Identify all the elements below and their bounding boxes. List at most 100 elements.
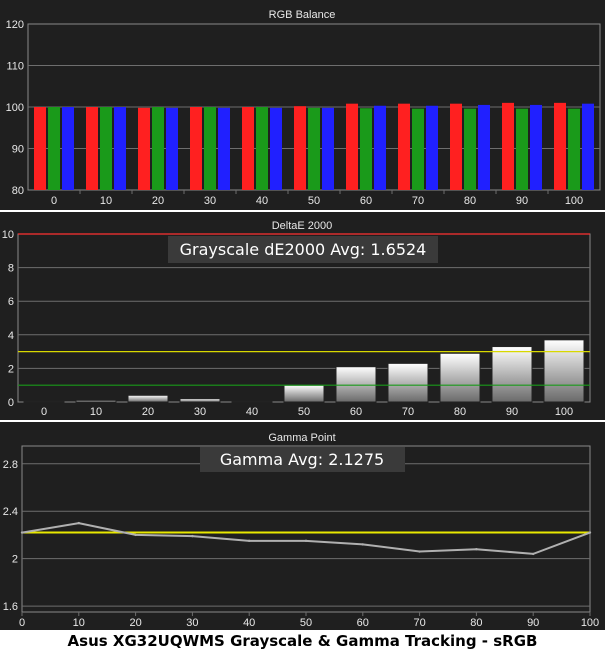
rgb-balance-bar [294, 106, 306, 190]
rgb-balance-bar [346, 103, 358, 190]
rgb-balance-bar [374, 105, 386, 190]
deltae-average-label: Grayscale dE2000 Avg: 1.6524 [180, 240, 427, 259]
deltae-x-tick: 70 [402, 406, 414, 418]
gamma-point [588, 531, 592, 534]
deltae-y-tick: 8 [8, 263, 14, 275]
rgb-balance-y-tick: 80 [12, 185, 24, 197]
deltae-x-tick: 40 [246, 406, 258, 418]
charts-canvas: RGB Balance80901001101200 10 20 30 40 50 60 70 8… [0, 0, 605, 630]
deltae-bar [283, 384, 325, 403]
figure-caption: Asus XG32UQWMS Grayscale & Gamma Trackin… [0, 630, 605, 652]
gamma-point [248, 539, 251, 543]
gamma-x-tick: 90 [527, 617, 539, 629]
gamma-y-tick: 2.4 [3, 506, 18, 518]
gamma-x-tick: 30 [186, 617, 198, 629]
deltae-y-tick: 4 [8, 330, 14, 342]
rgb-balance-bar [582, 103, 594, 190]
deltae-x-tick: 90 [506, 406, 518, 418]
deltae-bar [387, 362, 429, 403]
deltae-y-tick: 10 [2, 229, 14, 241]
rgb-balance-x-tick: 80 [464, 195, 476, 207]
deltae-y-tick: 6 [8, 296, 14, 308]
gamma-point [134, 533, 137, 537]
gamma-title: Gamma Point [268, 432, 335, 444]
gamma-x-tick: 50 [300, 617, 312, 629]
rgb-balance-bar [478, 104, 490, 190]
deltae-bar [179, 398, 221, 403]
rgb-balance-bar [360, 108, 372, 190]
rgb-balance-x-tick: 60 [360, 195, 372, 207]
rgb-balance-bar [322, 107, 334, 190]
rgb-balance-bar [256, 107, 268, 190]
rgb-balance-y-tick: 90 [12, 144, 24, 156]
rgb-balance-bar [100, 107, 112, 190]
figure: RGB Balance 80 90 100 110 120 0 10 20 30 40 50 60 70 8… [0, 0, 605, 652]
rgb-balance-title: RGB Balance [269, 9, 336, 21]
gamma-point [418, 550, 421, 553]
rgb-balance-bar [502, 102, 514, 190]
gamma-x-tick: 100 [581, 617, 599, 629]
rgb-balance-x-tick: 100 [565, 195, 583, 207]
rgb-balance-x-tick: 30 [204, 195, 216, 207]
rgb-balance-bar [62, 107, 74, 190]
deltae-x-tick: 0 [41, 406, 47, 418]
rgb-balance-bar [516, 108, 528, 190]
gamma-x-tick: 40 [243, 617, 255, 629]
deltae-x-tick: 30 [194, 406, 206, 418]
deltae-bar [23, 400, 65, 403]
gamma-point [191, 534, 194, 538]
gamma-average-label: Gamma Avg: 2.1275 [220, 450, 384, 469]
gamma-x-tick: 60 [357, 617, 369, 629]
rgb-balance-bar [138, 107, 150, 190]
rgb-balance-bar [166, 107, 178, 190]
gamma-point [532, 552, 535, 556]
rgb-balance-bar [530, 104, 542, 190]
gamma-point [304, 539, 308, 543]
rgb-balance-y-tick: 110 [6, 61, 24, 73]
deltae-bar [543, 339, 585, 403]
deltae-x-tick: 60 [350, 406, 362, 418]
deltae-bar [75, 399, 117, 403]
gamma-point [475, 547, 478, 551]
deltae-bar [231, 400, 273, 403]
rgb-balance-x-tick: 70 [412, 195, 424, 207]
rgb-balance-y-tick: 100 [6, 102, 24, 114]
gamma-point [20, 531, 24, 534]
rgb-balance-bar [426, 105, 438, 190]
deltae-title: DeltaE 2000 [272, 220, 333, 232]
rgb-balance-bar [308, 107, 320, 190]
gamma-x-tick: 70 [413, 617, 425, 629]
rgb-balance-bar [270, 107, 282, 190]
deltae-y-tick: 0 [8, 397, 14, 409]
rgb-balance-bar [450, 103, 462, 190]
rgb-balance-bar [86, 107, 98, 190]
deltae-x-tick: 10 [90, 406, 102, 418]
rgb-balance-bar [218, 107, 230, 190]
gamma-x-tick: 80 [470, 617, 482, 629]
deltae-bar [335, 366, 377, 403]
gamma-point [361, 543, 364, 546]
deltae-x-tick: 50 [298, 406, 310, 418]
rgb-balance-bar [242, 107, 254, 190]
deltae-x-tick: 20 [142, 406, 154, 418]
rgb-balance-bar [412, 108, 424, 190]
rgb-balance-x-tick: 40 [256, 195, 268, 207]
rgb-balance-x-tick: 0 [51, 195, 57, 207]
rgb-balance-bar [114, 107, 126, 190]
rgb-balance-bar [48, 107, 60, 190]
rgb-balance-bar [190, 107, 202, 190]
deltae-y-tick: 2 [8, 363, 14, 375]
deltae-x-tick: 100 [555, 406, 573, 418]
gamma-y-tick: 2 [12, 554, 18, 566]
gamma-x-tick: 20 [129, 617, 141, 629]
rgb-balance-bar [204, 107, 216, 190]
deltae-bar [439, 352, 481, 403]
rgb-balance-x-tick: 20 [152, 195, 164, 207]
deltae-bar [491, 346, 533, 403]
rgb-balance-x-tick: 90 [516, 195, 528, 207]
rgb-balance-bar [464, 108, 476, 190]
rgb-balance-x-tick: 50 [308, 195, 320, 207]
rgb-balance-bar [554, 102, 566, 190]
gamma-y-tick: 1.6 [3, 601, 18, 613]
rgb-balance-bar [568, 108, 580, 190]
